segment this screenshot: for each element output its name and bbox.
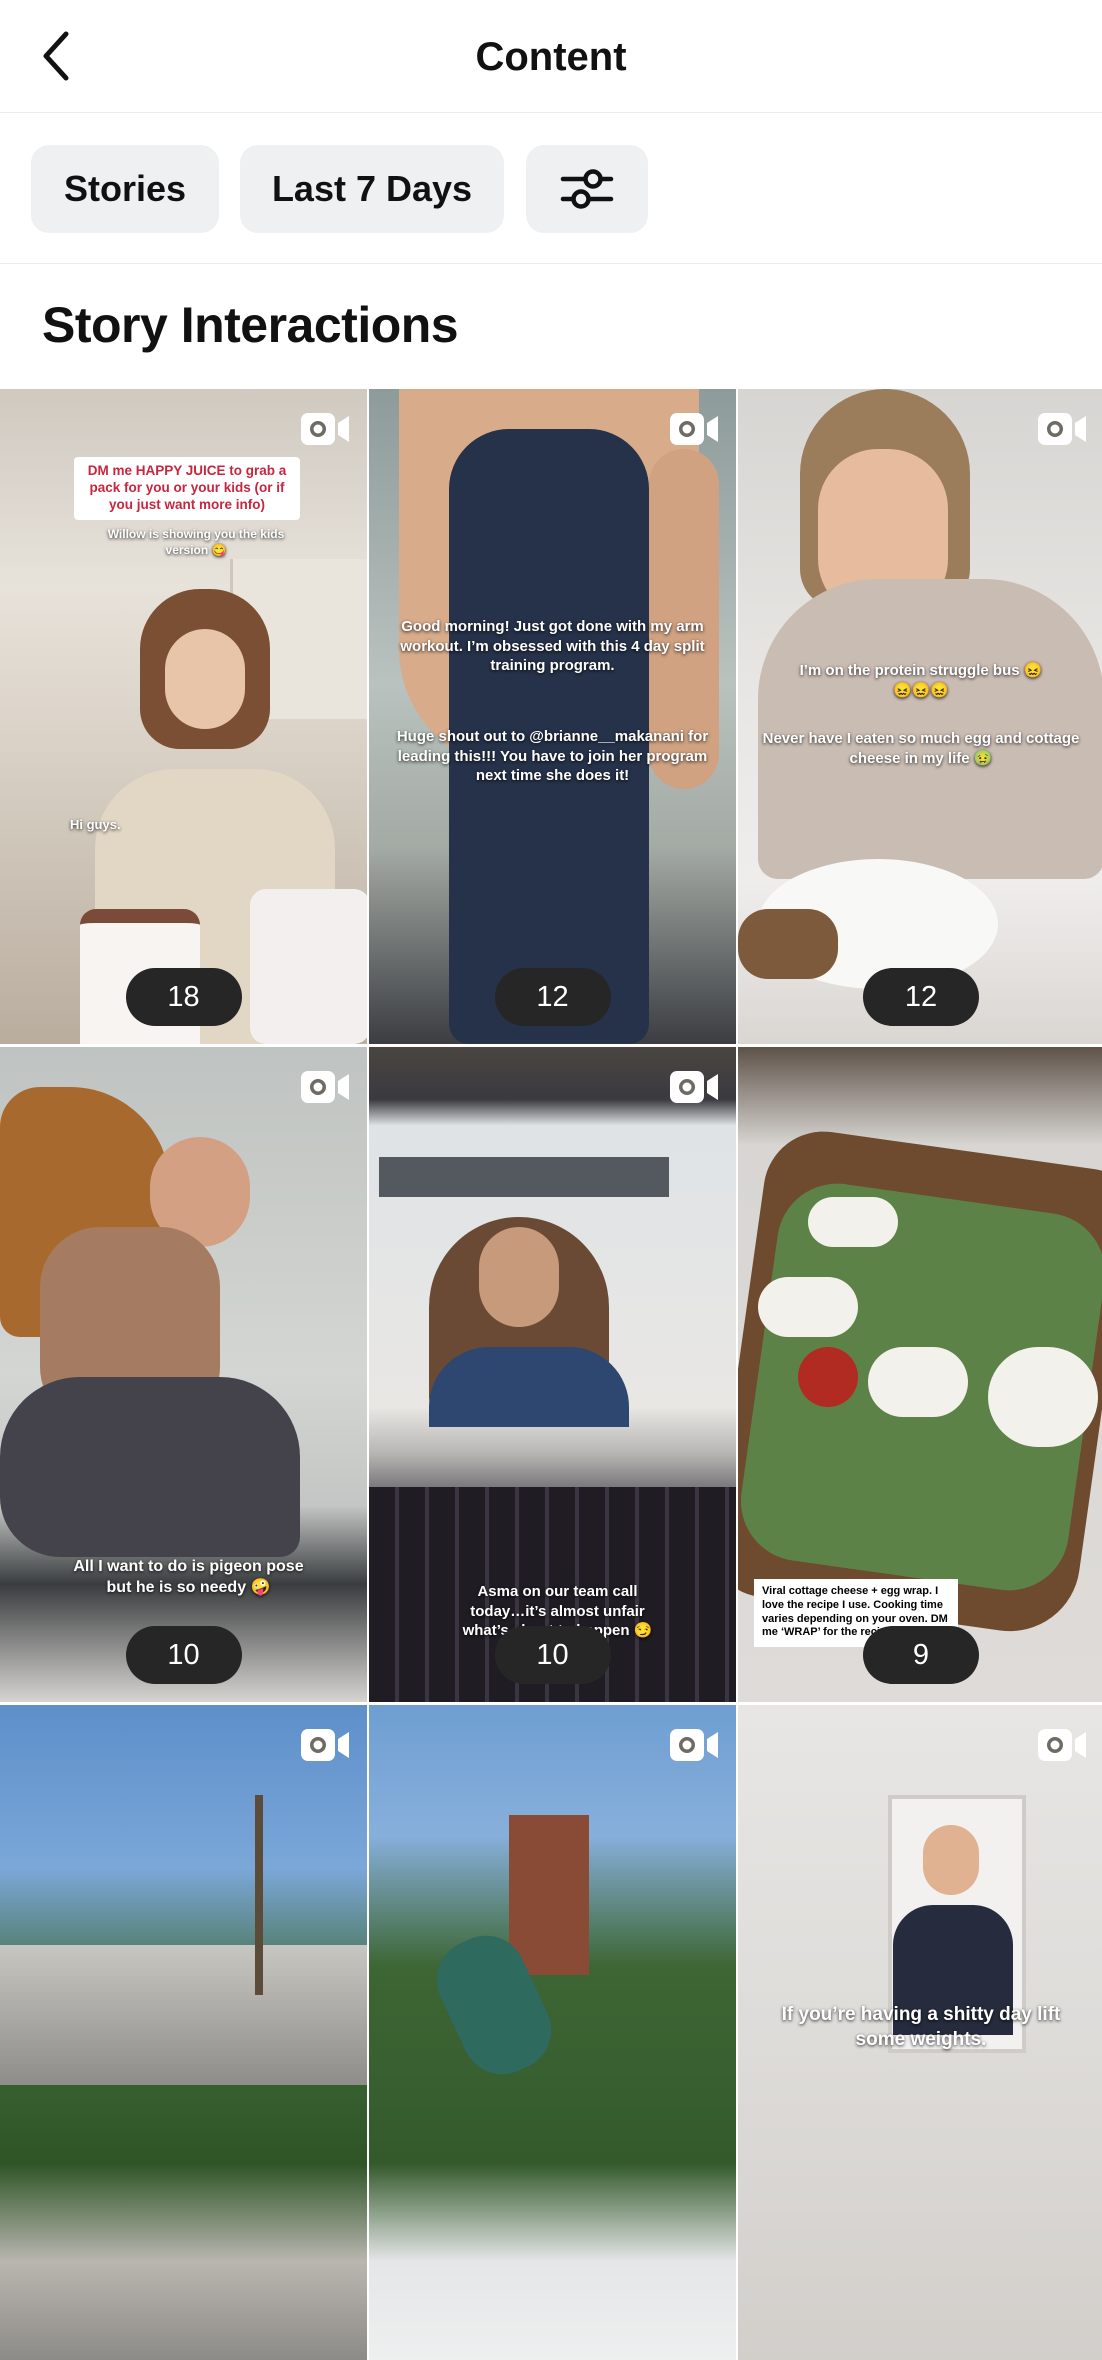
story-caption: Willow is showing you the kids version 😋 <box>107 527 285 557</box>
stories-filter-chip[interactable]: Stories <box>31 145 219 233</box>
sliders-icon <box>560 169 614 209</box>
video-camera-icon <box>301 1071 349 1103</box>
road-figure <box>0 1945 367 2085</box>
story-tile[interactable]: Asma on our team call today…it’s almost … <box>369 1047 736 1702</box>
story-caption: Hi guys. <box>70 817 121 832</box>
top-bar: Content <box>0 0 1102 113</box>
food-figure <box>738 909 838 979</box>
interaction-count-badge: 9 <box>863 1626 979 1684</box>
story-tile[interactable]: DM me HAPPY JUICE to grab a pack for you… <box>0 389 367 1044</box>
story-tile[interactable]: If you’re having a shitty day lift some … <box>738 1705 1102 2360</box>
story-tile[interactable] <box>0 1705 367 2360</box>
story-tile[interactable]: All I want to do is pigeon pose but he i… <box>0 1047 367 1702</box>
video-camera-icon <box>670 413 718 445</box>
date-range-chip[interactable]: Last 7 Days <box>240 145 504 233</box>
playhouse-figure <box>509 1815 589 1975</box>
section-title: Story Interactions <box>42 297 459 353</box>
interaction-count-badge: 10 <box>125 1626 242 1684</box>
story-grid: DM me HAPPY JUICE to grab a pack for you… <box>0 389 1102 2360</box>
shirt-figure <box>429 1347 629 1427</box>
story-tile[interactable] <box>369 1705 736 2360</box>
interaction-count-badge: 18 <box>125 968 242 1026</box>
video-camera-icon <box>1038 413 1086 445</box>
interaction-count-badge: 12 <box>494 968 611 1026</box>
face-figure <box>923 1825 979 1895</box>
pole-figure <box>255 1795 263 1995</box>
video-camera-icon <box>670 1071 718 1103</box>
mozzarella-figure <box>808 1197 898 1247</box>
page-title: Content <box>475 35 627 79</box>
video-call-strip <box>379 1157 669 1197</box>
video-camera-icon <box>301 413 349 445</box>
story-tile[interactable]: Good morning! Just got done with my arm … <box>369 389 736 1044</box>
story-caption: I’m on the protein struggle bus 😖😖😖😖 <box>799 662 1043 699</box>
interaction-count-badge: 10 <box>494 1626 611 1684</box>
story-caption: Never have I eaten so much egg and cotta… <box>762 730 1080 767</box>
mozzarella-figure <box>758 1277 858 1337</box>
video-camera-icon <box>670 1729 718 1761</box>
mozzarella-figure <box>988 1347 1098 1447</box>
story-tile[interactable]: I’m on the protein struggle bus 😖😖😖😖 Nev… <box>738 389 1102 1044</box>
face-figure <box>165 629 245 729</box>
story-tile[interactable]: Viral cottage cheese + egg wrap. I love … <box>738 1047 1102 1702</box>
filter-settings-button[interactable] <box>526 145 648 233</box>
video-camera-icon <box>301 1729 349 1761</box>
story-caption-pill: DM me HAPPY JUICE to grab a pack for you… <box>74 457 300 520</box>
story-thumbnail <box>369 1705 736 2360</box>
jar-figure <box>250 889 367 1044</box>
legs-figure <box>0 1377 300 1557</box>
tomato-figure <box>798 1347 858 1407</box>
video-camera-icon <box>1038 1729 1086 1761</box>
interaction-count-badge: 12 <box>863 968 979 1026</box>
story-caption: Huge shout out to @brianne__makanani for… <box>396 728 709 784</box>
mozzarella-figure <box>868 1347 968 1417</box>
story-caption: All I want to do is pigeon pose but he i… <box>73 1558 304 1596</box>
story-caption: If you’re having a shitty day lift some … <box>781 2004 1061 2050</box>
filter-bar: Stories Last 7 Days <box>0 113 1102 264</box>
face-figure <box>479 1227 559 1327</box>
story-caption: Good morning! Just got done with my arm … <box>400 618 705 674</box>
